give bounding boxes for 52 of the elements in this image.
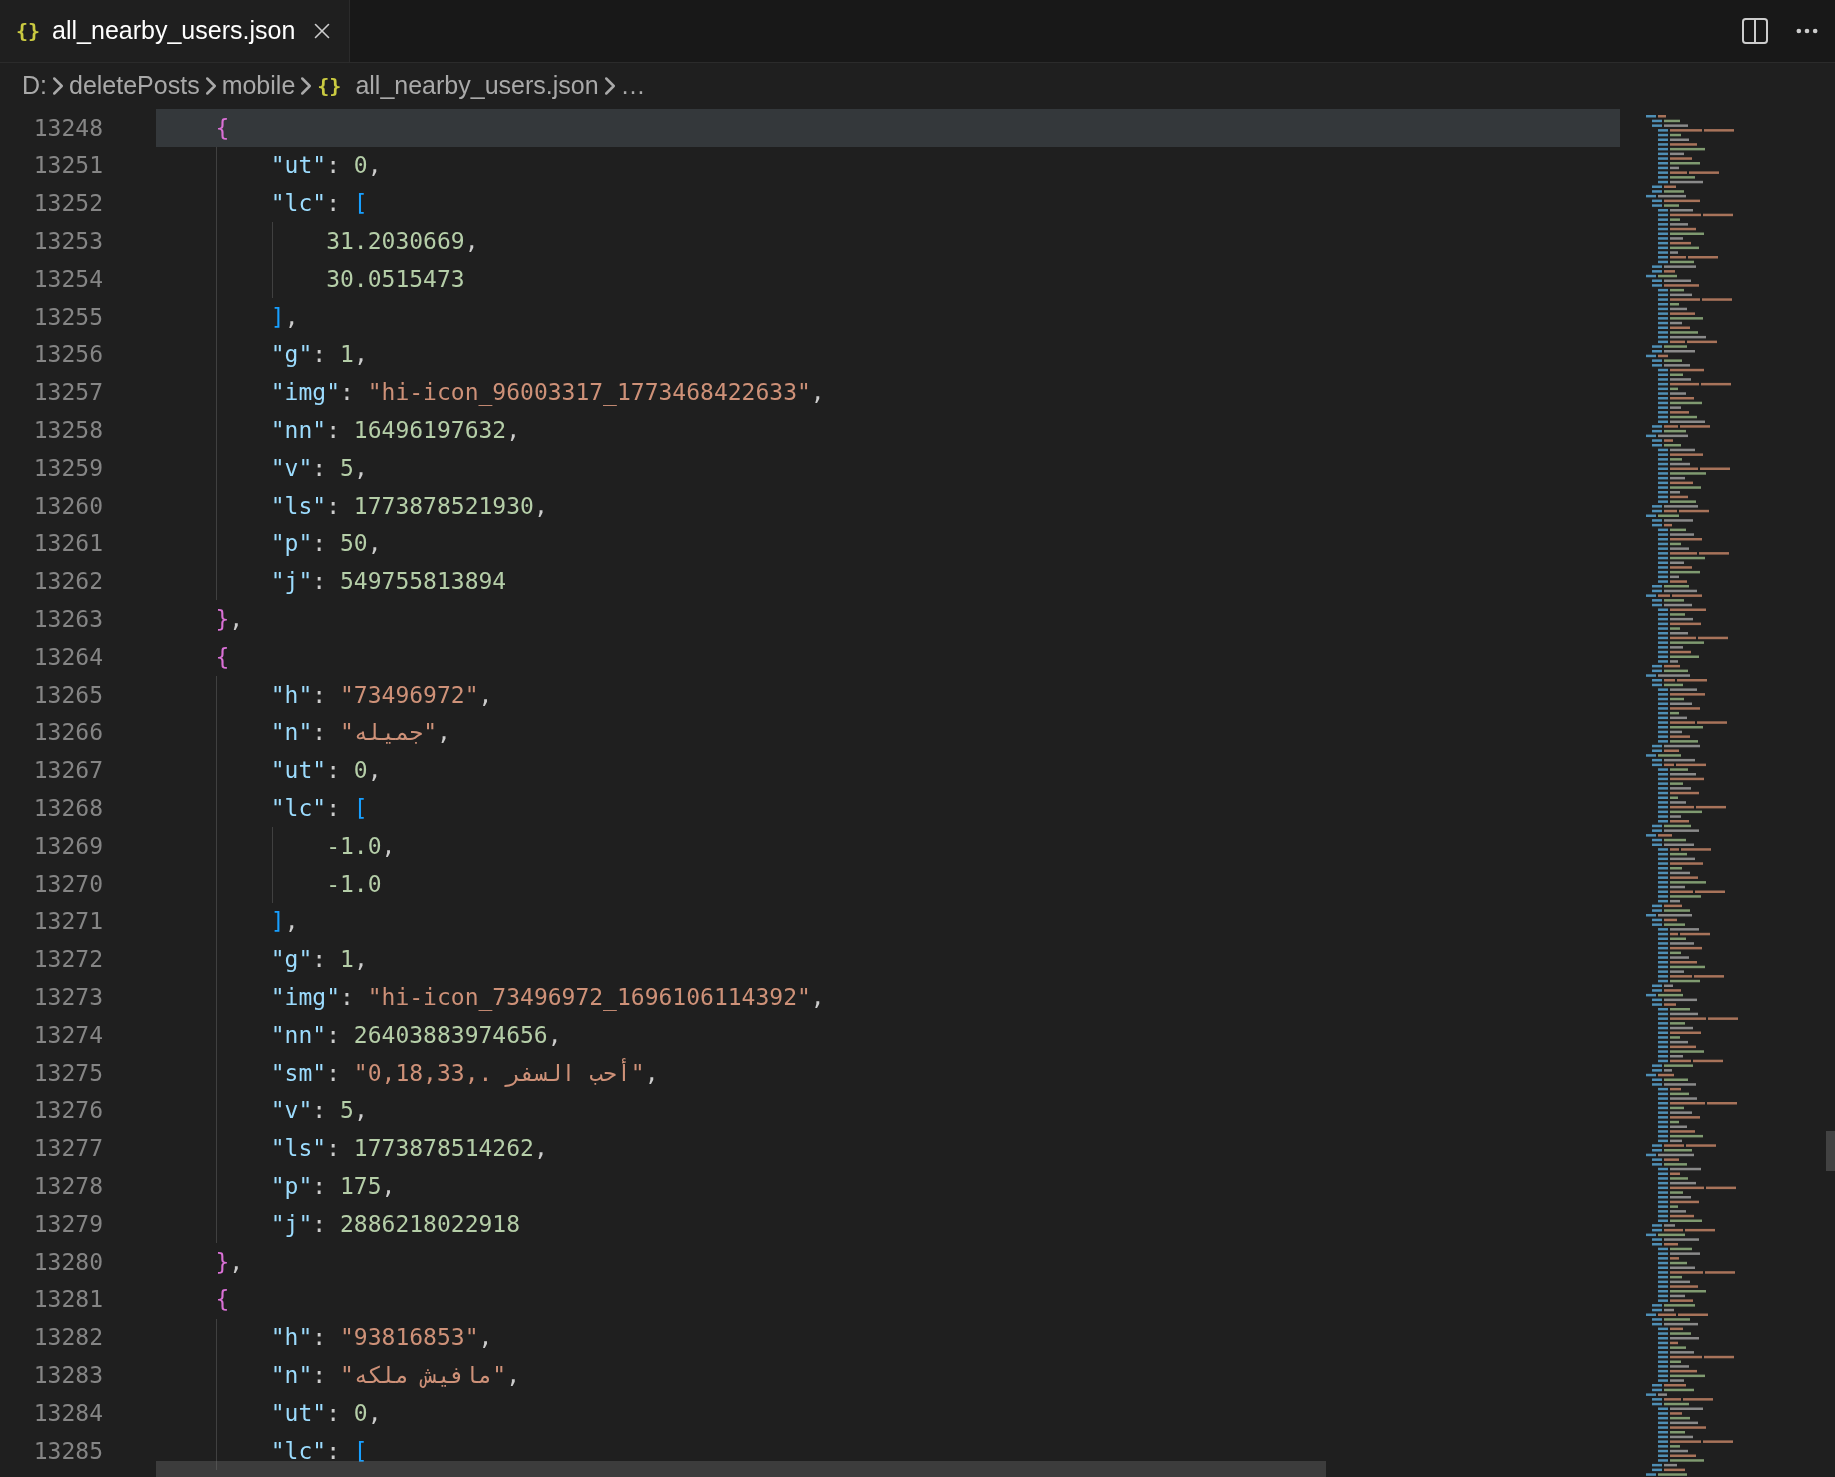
breadcrumb-item[interactable]: all_nearby_users.json [355, 67, 599, 105]
json-file-icon: {} [16, 16, 41, 46]
line-number: 13257 [32, 378, 104, 408]
json-file-icon: {} [317, 71, 342, 101]
chevron-icon [53, 77, 63, 95]
line-number: 13256 [32, 340, 104, 370]
line-number: 13274 [32, 1020, 104, 1050]
line-number: 13271 [32, 907, 104, 937]
line-number: 13276 [32, 1096, 104, 1126]
line-number: 13280 [32, 1247, 104, 1277]
line-number: 13266 [32, 718, 104, 748]
line-number: 13279 [32, 1209, 104, 1239]
line-number: 13264 [32, 642, 104, 672]
line-number: 13255 [32, 302, 104, 332]
breadcrumb-item[interactable]: mobile [221, 67, 296, 105]
line-number: 13258 [32, 416, 104, 445]
line-number: 13284 [32, 1398, 104, 1428]
line-number: 13270 [32, 869, 104, 899]
line-number: 13285 [32, 1436, 104, 1466]
tab-label: all_nearby_users.json [52, 15, 296, 47]
breadcrumb-item[interactable]: D: [22, 67, 47, 105]
chevron-icon [205, 77, 216, 95]
chevron-icon [604, 77, 615, 95]
line-number: 13282 [32, 1323, 104, 1353]
breadcrumb-item[interactable]: … [620, 67, 646, 105]
breadcrumb-item[interactable]: deletePosts [69, 67, 200, 105]
line-number: 13272 [32, 945, 104, 975]
line-number: 13281 [32, 1285, 104, 1315]
horizontal-scrollbar[interactable] [156, 1461, 1326, 1477]
line-number: 13267 [32, 756, 104, 786]
line-number: 13277 [32, 1134, 104, 1164]
line-number: 13251 [32, 151, 104, 181]
chevron-icon [301, 77, 312, 95]
line-number: 13261 [32, 529, 104, 559]
line-number: 13262 [32, 567, 104, 597]
line-number: 13269 [32, 831, 104, 861]
line-number: 13268 [32, 794, 104, 823]
line-number: 13278 [32, 1171, 104, 1201]
split-editor-icon[interactable] [1739, 15, 1771, 47]
line-number: 13275 [32, 1058, 104, 1088]
scrollbar-thumb[interactable] [1826, 1131, 1835, 1171]
line-number: 13254 [32, 264, 104, 294]
line-number: 13265 [32, 680, 104, 710]
line-number: 13253 [32, 227, 104, 257]
line-number: 13248 [32, 113, 104, 143]
line-number: 13252 [32, 189, 104, 219]
editor-tab[interactable]: {} all_nearby_users.json [0, 0, 350, 62]
line-number: 13283 [32, 1360, 104, 1390]
line-number: 13259 [32, 453, 104, 483]
line-number: 13263 [32, 605, 104, 634]
line-number: 13260 [32, 491, 104, 521]
line-number: 13273 [32, 982, 104, 1012]
